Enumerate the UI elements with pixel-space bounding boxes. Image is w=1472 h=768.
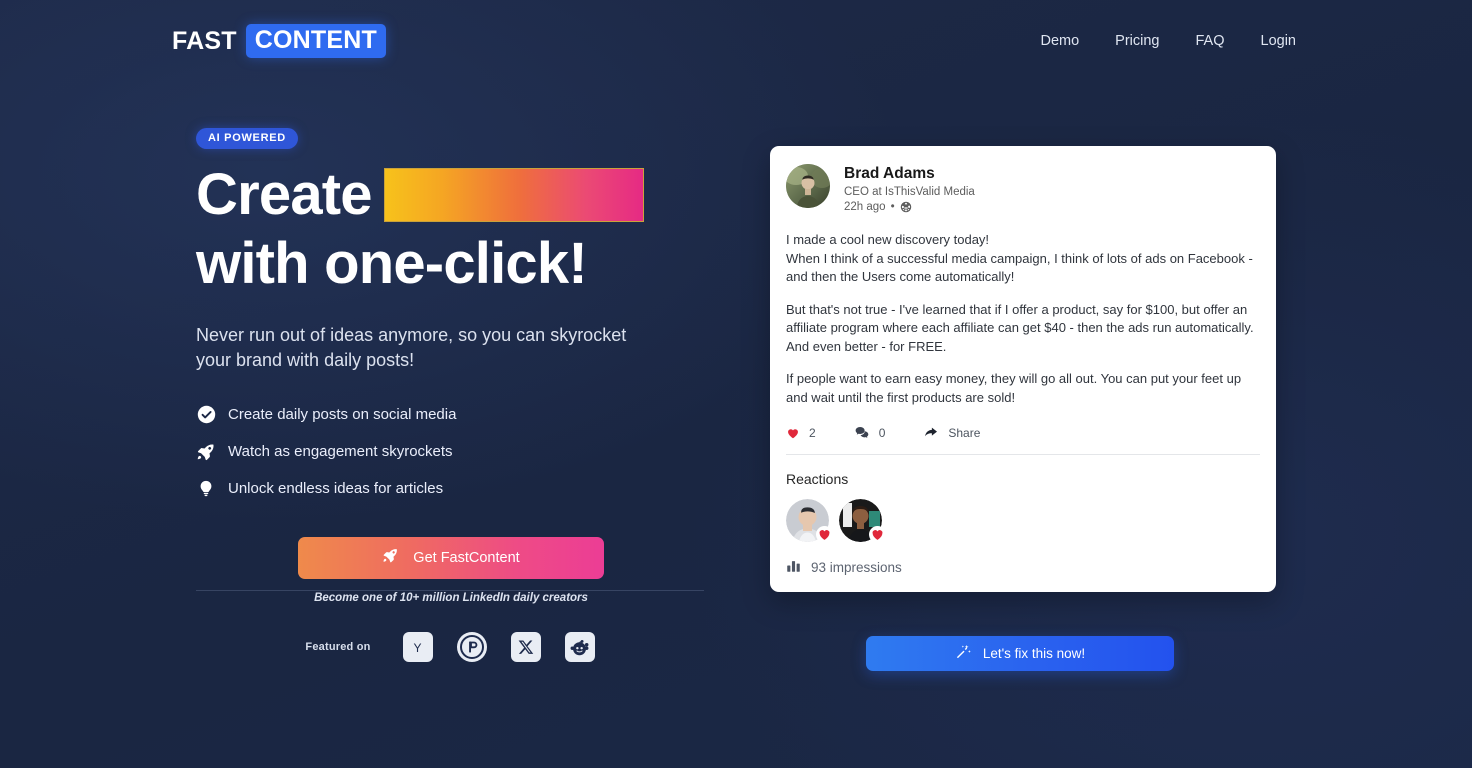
check-circle-icon (196, 405, 216, 425)
ycombinator-icon[interactable]: Y (402, 632, 433, 662)
like-action[interactable]: 2 (786, 426, 816, 440)
cta-button-label: Get FastContent (413, 549, 520, 566)
reddit-icon[interactable] (564, 632, 595, 662)
main-nav: Demo Pricing FAQ Login (1040, 33, 1296, 49)
title-line-2: with one-click! (196, 231, 588, 296)
post-body: I made a cool new discovery today! When … (786, 231, 1260, 407)
nav-item-login[interactable]: Login (1261, 33, 1296, 49)
post-paragraph: I made a cool new discovery today! When … (786, 232, 1253, 285)
title-line-1: Create (196, 162, 373, 227)
engagement-row: 2 0 Share (786, 425, 1260, 455)
nav-item-demo[interactable]: Demo (1040, 33, 1079, 49)
bar-chart-icon (786, 558, 801, 576)
gradient-highlight-bar (383, 168, 644, 222)
post-paragraph: But that's not true - I've learned that … (786, 301, 1254, 354)
ai-powered-badge: AI POWERED (196, 128, 298, 149)
hero-subtitle: Never run out of ideas anymore, so you c… (196, 325, 627, 370)
comment-action[interactable]: 0 (854, 425, 886, 440)
share-icon (923, 425, 939, 440)
featured-on-label: Featured on (305, 641, 371, 653)
impressions-row: 93 impressions (786, 558, 1260, 576)
rocket-icon (382, 547, 399, 568)
feature-item: Watch as engagement skyrockets (196, 442, 716, 462)
fix-button-label: Let's fix this now! (982, 646, 1086, 661)
linkedin-post-card: Brad Adams CEO at IsThisValid Media 22h … (770, 146, 1276, 592)
cta-area: Get FastContent Become one of 10+ millio… (196, 536, 706, 604)
reaction-avatar[interactable] (839, 499, 886, 543)
post-header: Brad Adams CEO at IsThisValid Media 22h … (786, 164, 1260, 213)
section-divider (196, 590, 704, 591)
avatar[interactable] (786, 164, 830, 208)
nav-item-pricing[interactable]: Pricing (1115, 33, 1159, 49)
feature-item: Unlock endless ideas for articles (196, 479, 716, 499)
meta-separator: • (890, 201, 895, 214)
reaction-avatar-list (786, 499, 1260, 543)
heart-icon (869, 526, 886, 543)
like-count: 2 (809, 425, 816, 440)
post-author-block: Brad Adams CEO at IsThisValid Media 22h … (844, 164, 975, 213)
page-title: Create with one-click! (196, 163, 716, 293)
svg-text:Y: Y (414, 640, 422, 654)
hero-section: AI POWERED Create with one-click! Never … (196, 128, 716, 604)
reaction-avatar[interactable] (786, 499, 833, 543)
feature-label: Unlock endless ideas for articles (228, 480, 444, 498)
share-label: Share (948, 425, 981, 440)
share-action[interactable]: Share (923, 425, 980, 440)
title-line-1-row: Create (196, 163, 716, 227)
rocket-icon (196, 442, 216, 462)
heart-icon (816, 526, 833, 543)
globe-icon (900, 201, 912, 213)
comment-icon (854, 425, 870, 440)
featured-on-row: Featured on Y (196, 632, 704, 662)
site-header: FAST CONTENT Demo Pricing FAQ Login (0, 0, 1472, 82)
impressions-label: 93 impressions (811, 559, 902, 575)
cta-subtext: Become one of 10+ million LinkedIn daily… (314, 591, 588, 604)
nav-item-faq[interactable]: FAQ (1196, 33, 1225, 49)
logo-text-fast: FAST (172, 26, 237, 55)
heart-icon (786, 426, 800, 440)
post-timestamp: 22h ago (844, 201, 886, 214)
brand-logo[interactable]: FAST CONTENT (172, 24, 386, 58)
lightbulb-icon (196, 479, 216, 499)
feature-label: Watch as engagement skyrockets (228, 443, 453, 461)
post-meta: 22h ago • (844, 201, 975, 213)
reactions-heading: Reactions (786, 471, 849, 487)
comment-count: 0 (878, 425, 886, 440)
feature-label: Create daily posts on social media (228, 406, 457, 424)
feature-list: Create daily posts on social media Watch… (196, 405, 716, 499)
lets-fix-this-now-button[interactable]: Let's fix this now! (866, 636, 1174, 671)
magic-wand-icon (955, 644, 971, 663)
feature-item: Create daily posts on social media (196, 405, 716, 425)
x-twitter-icon[interactable] (510, 632, 541, 662)
post-paragraph: If people want to earn easy money, they … (786, 371, 1242, 405)
author-title: CEO at IsThisValid Media (844, 186, 975, 199)
producthunt-icon[interactable] (456, 632, 487, 662)
author-name: Brad Adams (844, 165, 935, 182)
get-fastcontent-button[interactable]: Get FastContent (298, 536, 604, 579)
logo-text-content: CONTENT (245, 24, 386, 58)
